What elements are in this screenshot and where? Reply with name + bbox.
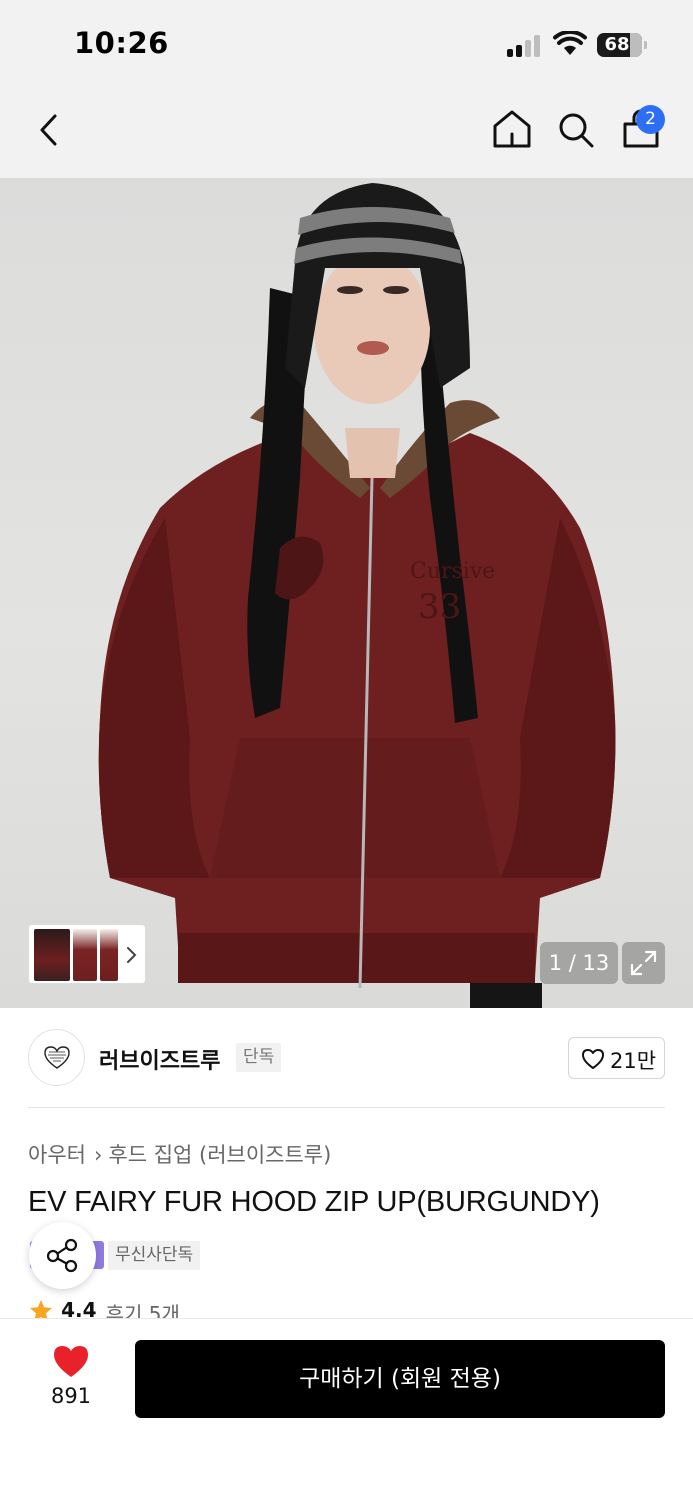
product-image-gallery[interactable]: Cursive 33 1 / 13 [0,178,693,1008]
buy-button[interactable]: 구매하기 (회원 전용) [135,1340,665,1418]
back-chevron-icon[interactable] [30,108,70,152]
battery-level: 68 [604,34,630,55]
search-icon[interactable] [554,106,598,152]
image-page-counter: 1 / 13 [540,942,618,984]
status-time: 10:26 [74,26,169,60]
breadcrumb-category[interactable]: 아우터 [28,1143,86,1167]
status-bar: 10:26 68 [0,0,693,88]
brand-exclusive-tag: 단독 [236,1043,282,1072]
rating-value: 4.4 [61,1298,97,1318]
share-button[interactable] [29,1222,96,1289]
chevron-right-icon: › [93,1143,103,1167]
heart-filled-icon[interactable] [52,1344,90,1380]
brand-like-button[interactable]: 21만 [568,1037,665,1079]
star-icon [30,1300,52,1318]
musinsa-exclusive-tag: 무신사단독 [108,1241,201,1270]
thumbnail-image[interactable] [73,929,97,981]
thumbnail-image[interactable] [100,929,118,981]
divider [28,1107,665,1108]
svg-text:Cursive: Cursive [410,559,495,584]
home-icon[interactable] [490,106,534,152]
breadcrumb: 아우터 › 후드 집업 (러브이즈트루) [28,1139,331,1169]
svg-text:33: 33 [418,587,461,627]
brand-like-count: 21만 [610,1049,657,1073]
thumbnail-strip[interactable] [28,924,146,984]
cellular-signal-icon [507,35,543,57]
chevron-right-icon [127,947,137,963]
expand-button[interactable] [622,942,665,984]
brand-logo[interactable] [28,1029,85,1086]
wifi-icon [553,31,587,55]
thumbnail-image[interactable] [34,929,70,981]
product-photo: Cursive 33 [98,183,616,1008]
expand-arrows-icon [630,950,657,976]
review-count[interactable]: 후기 5개 [106,1298,180,1318]
wishlist-count: 891 [50,1384,92,1408]
share-icon [46,1238,78,1273]
breadcrumb-subcategory[interactable]: 후드 집업 (러브이즈트루) [108,1143,331,1167]
rating-row[interactable]: 4.4 후기 5개 [28,1298,180,1318]
brand-heart-logo-icon [44,1046,70,1069]
battery-icon: 68 [597,33,647,57]
product-title: EV FAIRY FUR HOOD ZIP UP(BURGUNDY) [28,1186,600,1218]
top-nav-bar [0,88,693,178]
brand-name[interactable]: 러브이즈트루 [99,1043,220,1075]
cart-count-badge: 2 [636,105,665,134]
heart-outline-icon [582,1049,604,1069]
